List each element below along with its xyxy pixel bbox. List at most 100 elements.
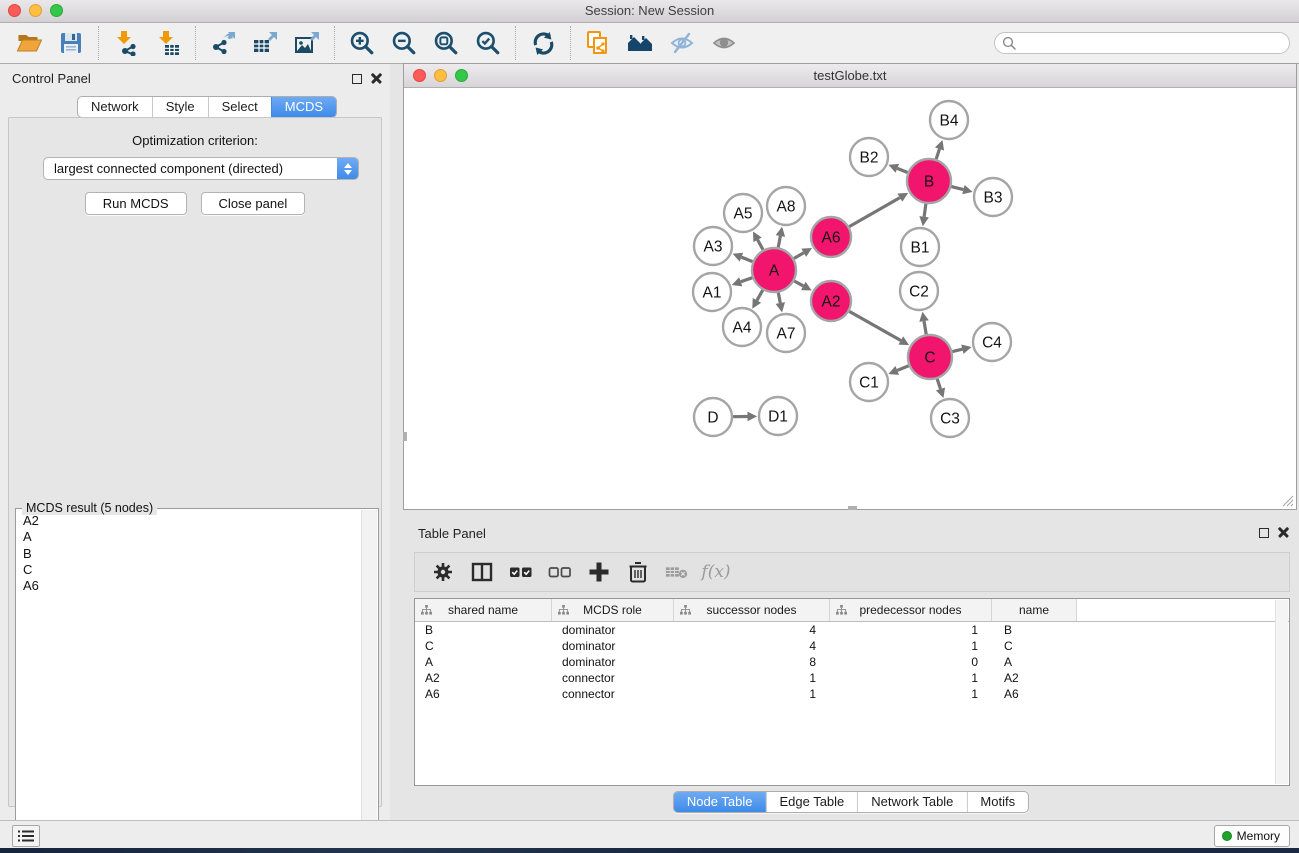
create-column-button[interactable] <box>587 560 611 584</box>
graph-edge-C-C2[interactable] <box>924 321 926 334</box>
import-table-button[interactable] <box>147 26 189 60</box>
table-settings-button[interactable] <box>431 560 455 584</box>
float-panel-icon[interactable] <box>352 74 362 84</box>
column-header-name[interactable]: name <box>992 599 1077 621</box>
table-tab-node-table[interactable]: Node Table <box>674 792 766 812</box>
graph-node-label: A4 <box>733 320 752 337</box>
run-mcds-button[interactable]: Run MCDS <box>85 192 187 215</box>
window-resize-grip[interactable] <box>1281 494 1294 507</box>
table-tab-network-table[interactable]: Network Table <box>857 792 966 812</box>
search-field[interactable] <box>994 32 1290 54</box>
table-body: Bdominator41BCdominator41CAdominator80AA… <box>415 622 1289 702</box>
manage-views-button[interactable] <box>577 26 619 60</box>
table-row[interactable]: Cdominator41C <box>415 638 1289 654</box>
graph-edge-A6-B[interactable] <box>849 198 900 227</box>
graph-node-label: B4 <box>940 113 959 130</box>
table-scrollbar[interactable] <box>1275 600 1288 784</box>
graph-edge-arrowhead <box>776 302 785 312</box>
table-cell: 0 <box>830 654 992 670</box>
graph-edge-C-C3[interactable] <box>937 379 940 389</box>
column-header-predecessor-nodes[interactable]: predecessor nodes <box>830 599 992 621</box>
export-table-button[interactable] <box>244 26 286 60</box>
table-tab-motifs[interactable]: Motifs <box>966 792 1028 812</box>
zoom-fit-button[interactable] <box>425 26 467 60</box>
save-session-button[interactable] <box>50 26 92 60</box>
select-all-columns-button[interactable] <box>509 560 533 584</box>
tab-select[interactable]: Select <box>208 97 271 117</box>
result-scrollbar[interactable] <box>361 510 377 846</box>
graph-edge-B-B1[interactable] <box>924 204 926 217</box>
mcds-result-item[interactable]: A6 <box>16 578 362 594</box>
table-tab-edge-table[interactable]: Edge Table <box>765 792 857 812</box>
graph-edge-A-A2[interactable] <box>794 281 803 286</box>
function-builder-button[interactable]: f(x) <box>704 560 728 584</box>
zoom-window-button[interactable] <box>50 4 63 17</box>
criterion-dropdown[interactable]: largest connected component (directed) <box>43 157 359 180</box>
column-header-MCDS-role[interactable]: MCDS role <box>552 599 674 621</box>
graph-node-label: A2 <box>822 294 841 311</box>
graph-edge-B-B3[interactable] <box>951 187 963 190</box>
open-session-button[interactable] <box>8 26 50 60</box>
delete-column-button[interactable] <box>626 560 650 584</box>
graph-edge-A-A7[interactable] <box>778 293 780 303</box>
graph-edge-A-A4[interactable] <box>757 290 763 300</box>
hide-selected-button[interactable] <box>661 26 703 60</box>
graph-edge-B-B4[interactable] <box>936 149 939 159</box>
graph-edge-A-A1[interactable] <box>741 278 753 282</box>
window-resize-handle-bottom[interactable] <box>848 506 857 510</box>
tab-mcds[interactable]: MCDS <box>271 97 336 117</box>
close-panel-icon[interactable] <box>371 73 382 84</box>
zoom-in-button[interactable] <box>341 26 383 60</box>
table-row[interactable]: Adominator80A <box>415 654 1289 670</box>
mcds-result-item[interactable]: A <box>16 529 362 545</box>
delete-table-button[interactable] <box>665 560 689 584</box>
home-layout-button[interactable] <box>619 26 661 60</box>
show-all-button[interactable] <box>703 26 745 60</box>
table-header-row: shared nameMCDS rolesuccessor nodesprede… <box>415 599 1289 622</box>
graph-edge-A-A3[interactable] <box>741 257 752 261</box>
export-image-button[interactable] <box>286 26 328 60</box>
graph-edge-C-C4[interactable] <box>952 349 962 351</box>
mcds-result-item[interactable]: A2 <box>16 513 362 529</box>
network-zoom-button[interactable] <box>455 69 468 82</box>
network-minimize-button[interactable] <box>434 69 447 82</box>
close-panel-button[interactable]: Close panel <box>201 192 306 215</box>
memory-button[interactable]: Memory <box>1214 825 1290 847</box>
table-row[interactable]: Bdominator41B <box>415 622 1289 638</box>
tab-network[interactable]: Network <box>78 97 152 117</box>
close-window-button[interactable] <box>8 4 21 17</box>
float-table-panel-icon[interactable] <box>1259 528 1269 538</box>
zoom-out-button[interactable] <box>383 26 425 60</box>
graph-edge-C-C1[interactable] <box>897 366 908 371</box>
graph-node-label: B1 <box>911 240 930 257</box>
minimize-window-button[interactable] <box>29 4 42 17</box>
mcds-result-item[interactable]: B <box>16 546 362 562</box>
graph-edge-A2-C[interactable] <box>849 311 901 340</box>
mcds-result-item[interactable]: C <box>16 562 362 578</box>
tab-style[interactable]: Style <box>152 97 208 117</box>
network-graph-canvas[interactable]: AA1A2A3A4A5A6A7A8BB1B2B3B4CC1C2C3C4DD1 <box>405 88 1297 509</box>
window-resize-handle-left[interactable] <box>403 432 407 441</box>
table-row[interactable]: A6connector11A6 <box>415 686 1289 702</box>
task-history-button[interactable] <box>12 825 40 847</box>
graph-edge-B-B2[interactable] <box>897 168 907 172</box>
close-table-panel-icon[interactable] <box>1278 527 1289 538</box>
deselect-all-columns-button[interactable] <box>548 560 572 584</box>
memory-status-icon <box>1222 831 1232 841</box>
network-close-button[interactable] <box>413 69 426 82</box>
table-cell: connector <box>552 670 674 686</box>
graph-edge-A-A5[interactable] <box>758 240 763 250</box>
graph-node-label: A8 <box>777 199 796 216</box>
graph-edge-A-A6[interactable] <box>794 253 804 259</box>
graph-edge-A-A8[interactable] <box>778 236 780 247</box>
split-view-button[interactable] <box>470 560 494 584</box>
column-header-shared-name[interactable]: shared name <box>415 599 552 621</box>
column-header-successor-nodes[interactable]: successor nodes <box>674 599 830 621</box>
export-network-button[interactable] <box>202 26 244 60</box>
search-input[interactable] <box>1020 34 1289 52</box>
desktop-edge <box>0 848 1299 853</box>
zoom-selected-button[interactable] <box>467 26 509 60</box>
table-row[interactable]: A2connector11A2 <box>415 670 1289 686</box>
refresh-network-button[interactable] <box>522 26 564 60</box>
import-network-button[interactable] <box>105 26 147 60</box>
